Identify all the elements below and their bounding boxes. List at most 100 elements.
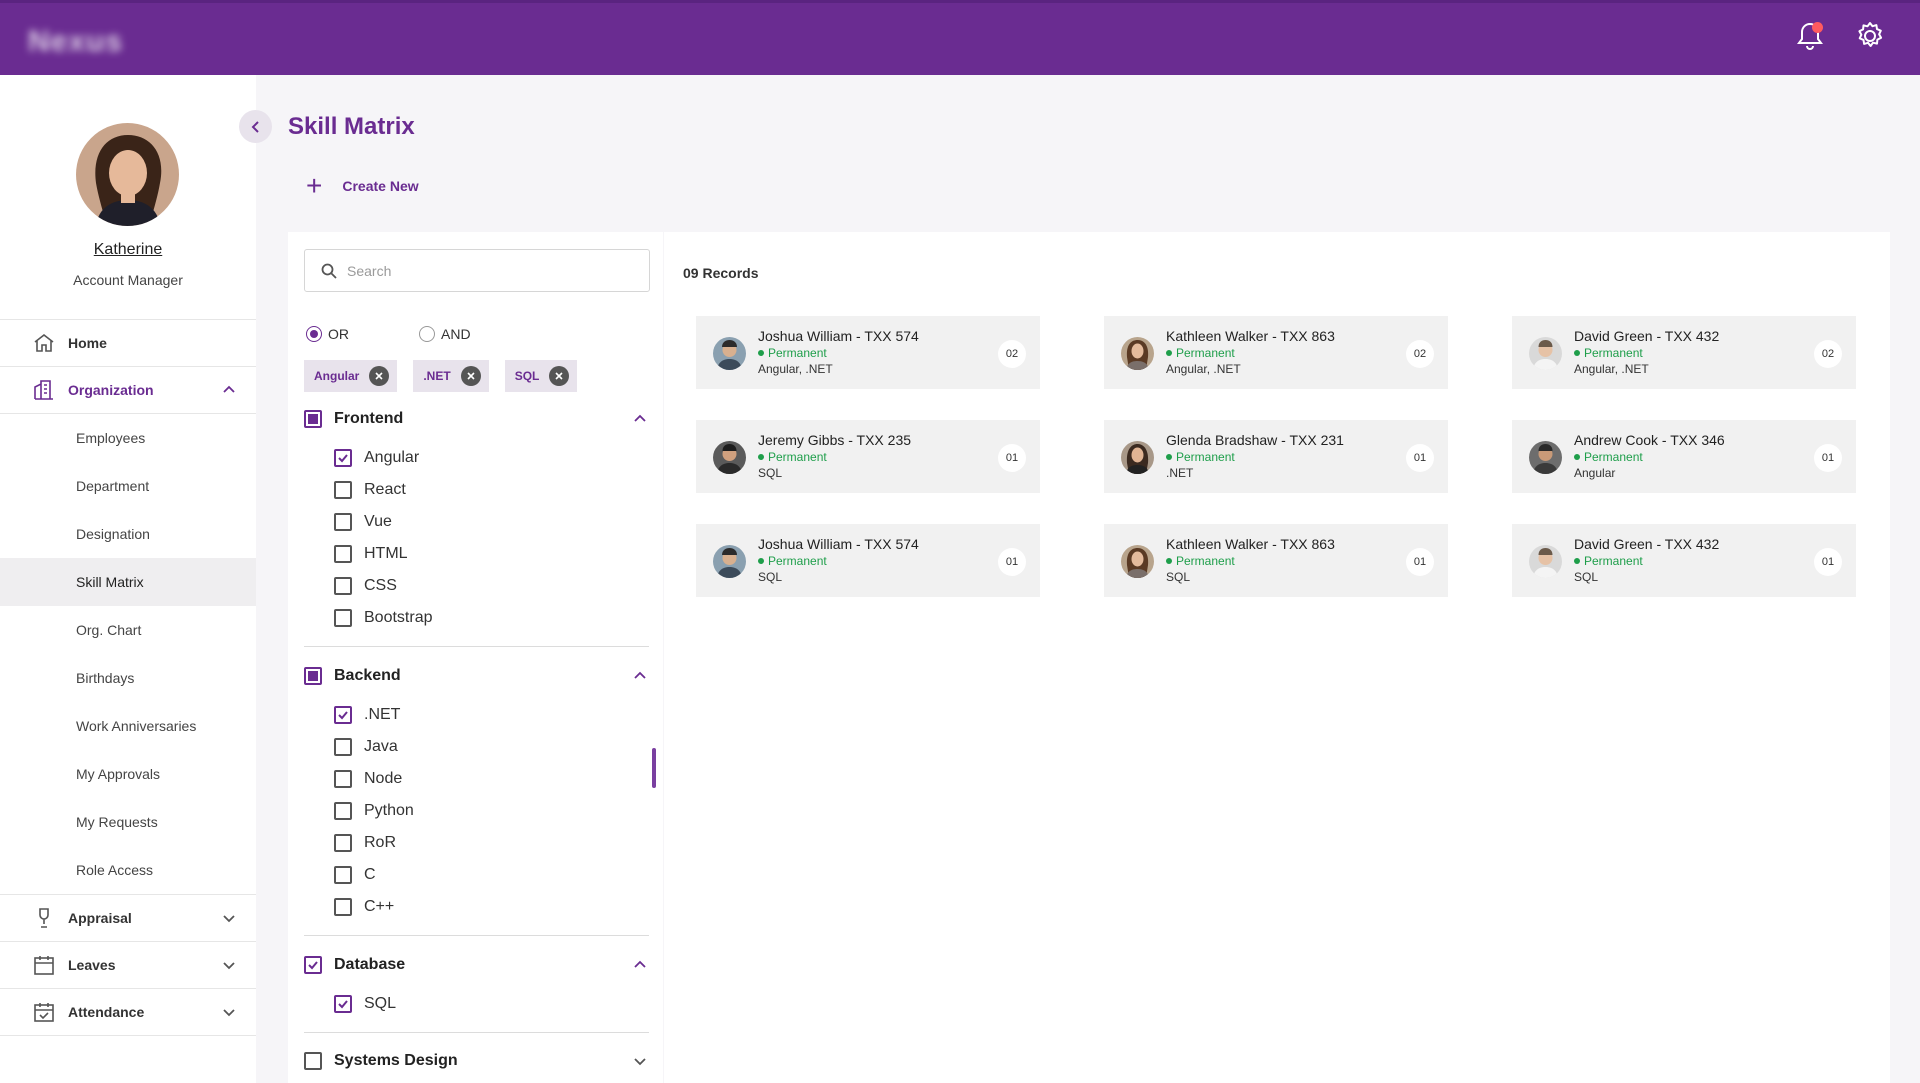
sidebar-item-home[interactable]: Home [0, 320, 256, 367]
employee-status: Permanent [1574, 554, 1643, 568]
checkbox[interactable] [334, 513, 352, 531]
checkbox[interactable] [334, 738, 352, 756]
employee-card[interactable]: Kathleen Walker - TXX 863 Permanent SQL … [1104, 524, 1448, 597]
radio-and-label: AND [441, 326, 471, 342]
employee-skills: Angular, .NET [1574, 362, 1649, 376]
checkbox[interactable] [334, 545, 352, 563]
employee-card[interactable]: Joshua William - TXX 574 Permanent SQL 0… [696, 524, 1040, 597]
match-mode-radios: OR AND [306, 326, 471, 342]
item-label: Vue [364, 513, 392, 530]
checkbox[interactable] [334, 609, 352, 627]
filter-item: Node [304, 763, 649, 795]
chevron-down-icon[interactable] [220, 956, 238, 974]
employee-status: Permanent [758, 346, 827, 360]
employee-name: Kathleen Walker - TXX 863 [1166, 328, 1335, 344]
close-icon[interactable] [460, 366, 481, 386]
sidebar-item-organization[interactable]: Organization [0, 367, 256, 414]
employee-card[interactable]: David Green - TXX 432 Permanent Angular,… [1512, 316, 1856, 389]
create-new-button[interactable]: + Create New [306, 170, 419, 201]
chevron-down-icon[interactable] [220, 909, 238, 927]
chevron-up-icon[interactable] [631, 410, 649, 428]
filter-group-backend: Backend .NET Java Node Python RoR C C++ [304, 661, 649, 923]
sidebar-item-attendance[interactable]: Attendance [0, 989, 256, 1036]
item-label: React [364, 481, 406, 498]
group-checkbox[interactable] [304, 1052, 322, 1070]
filter-scrollbar[interactable] [652, 748, 656, 788]
chip-angular: Angular [304, 360, 398, 392]
sidebar-item-designation[interactable]: Designation [0, 510, 256, 558]
sidebar-item-org-chart[interactable]: Org. Chart [0, 606, 256, 654]
checkbox[interactable] [334, 481, 352, 499]
sidebar-item-employees[interactable]: Employees [0, 414, 256, 462]
employee-status: Permanent [1166, 346, 1235, 360]
sidebar-item-skill-matrix[interactable]: Skill Matrix [0, 558, 256, 606]
close-icon[interactable] [369, 366, 390, 386]
sidebar-item-my-requests[interactable]: My Requests [0, 798, 256, 846]
checkbox-checked[interactable] [334, 706, 352, 724]
group-checkbox[interactable] [304, 667, 322, 685]
chevron-up-icon[interactable] [631, 956, 649, 974]
chevron-up-icon[interactable] [631, 667, 649, 685]
employee-avatar [1121, 545, 1154, 578]
sidebar-item-label: Attendance [68, 1004, 145, 1020]
building-icon [32, 378, 56, 402]
item-label: Java [364, 738, 398, 755]
checkbox-checked[interactable] [334, 449, 352, 467]
employee-status: Permanent [758, 554, 827, 568]
chip-sql: SQL [504, 360, 578, 392]
skill-count-badge: 02 [1406, 340, 1434, 368]
records-panel: 09 Records Joshua William - TXX 574 Perm… [664, 232, 1890, 1083]
radio-and[interactable] [419, 326, 435, 342]
item-label: RoR [364, 834, 397, 851]
sidebar-item-role-access[interactable]: Role Access [0, 846, 256, 894]
app-logo[interactable]: Nexus [28, 25, 123, 59]
employee-name: David Green - TXX 432 [1574, 328, 1720, 344]
chevron-up-icon[interactable] [220, 381, 238, 399]
user-name[interactable]: Katherine [0, 241, 256, 259]
search-input[interactable] [347, 262, 627, 279]
group-label: Backend [334, 667, 401, 684]
checkbox[interactable] [334, 898, 352, 916]
group-checkbox-checked[interactable] [304, 956, 322, 974]
filter-group-database: Database SQL [304, 950, 649, 1020]
sidebar-item-my-approvals[interactable]: My Approvals [0, 750, 256, 798]
sidebar-item-birthdays[interactable]: Birthdays [0, 654, 256, 702]
group-checkbox[interactable] [304, 410, 322, 428]
sidebar-item-leaves[interactable]: Leaves [0, 942, 256, 989]
employee-card[interactable]: Kathleen Walker - TXX 863 Permanent Angu… [1104, 316, 1448, 389]
plus-icon: + [306, 170, 323, 201]
sidebar-item-appraisal[interactable]: Appraisal [0, 895, 256, 942]
divider [304, 935, 649, 936]
checkbox[interactable] [334, 866, 352, 884]
award-icon [32, 906, 56, 930]
filter-item: Vue [304, 506, 649, 538]
checkbox[interactable] [334, 770, 352, 788]
employee-card[interactable]: Glenda Bradshaw - TXX 231 Permanent .NET… [1104, 420, 1448, 493]
checkbox[interactable] [334, 577, 352, 595]
collapse-sidebar-button[interactable] [239, 110, 272, 143]
chip-label: .NET [423, 369, 451, 383]
notification-bell-icon[interactable] [1792, 18, 1828, 54]
employee-avatar [713, 441, 746, 474]
employee-card[interactable]: Jeremy Gibbs - TXX 235 Permanent SQL 01 [696, 420, 1040, 493]
checkbox[interactable] [334, 834, 352, 852]
radio-or[interactable] [306, 326, 322, 342]
filter-item: RoR [304, 827, 649, 859]
sidebar-item-department[interactable]: Department [0, 462, 256, 510]
employee-card[interactable]: Joshua William - TXX 574 Permanent Angul… [696, 316, 1040, 389]
close-icon[interactable] [549, 366, 570, 386]
settings-gear-icon[interactable] [1852, 18, 1888, 54]
filter-panel: OR AND Angular .NET SQL Frontend Angular… [288, 232, 663, 1083]
filter-item: Java [304, 731, 649, 763]
sidebar-item-work-anniversaries[interactable]: Work Anniversaries [0, 702, 256, 750]
checkbox[interactable] [334, 802, 352, 820]
item-label: Python [364, 802, 414, 819]
checkbox-checked[interactable] [334, 995, 352, 1013]
user-avatar[interactable] [76, 123, 179, 226]
chevron-left-icon [251, 120, 259, 133]
employee-card[interactable]: David Green - TXX 432 Permanent SQL 01 [1512, 524, 1856, 597]
chevron-down-icon[interactable] [220, 1003, 238, 1021]
employee-name: Jeremy Gibbs - TXX 235 [758, 432, 912, 448]
chevron-down-icon[interactable] [631, 1052, 649, 1070]
employee-card[interactable]: Andrew Cook - TXX 346 Permanent Angular … [1512, 420, 1856, 493]
